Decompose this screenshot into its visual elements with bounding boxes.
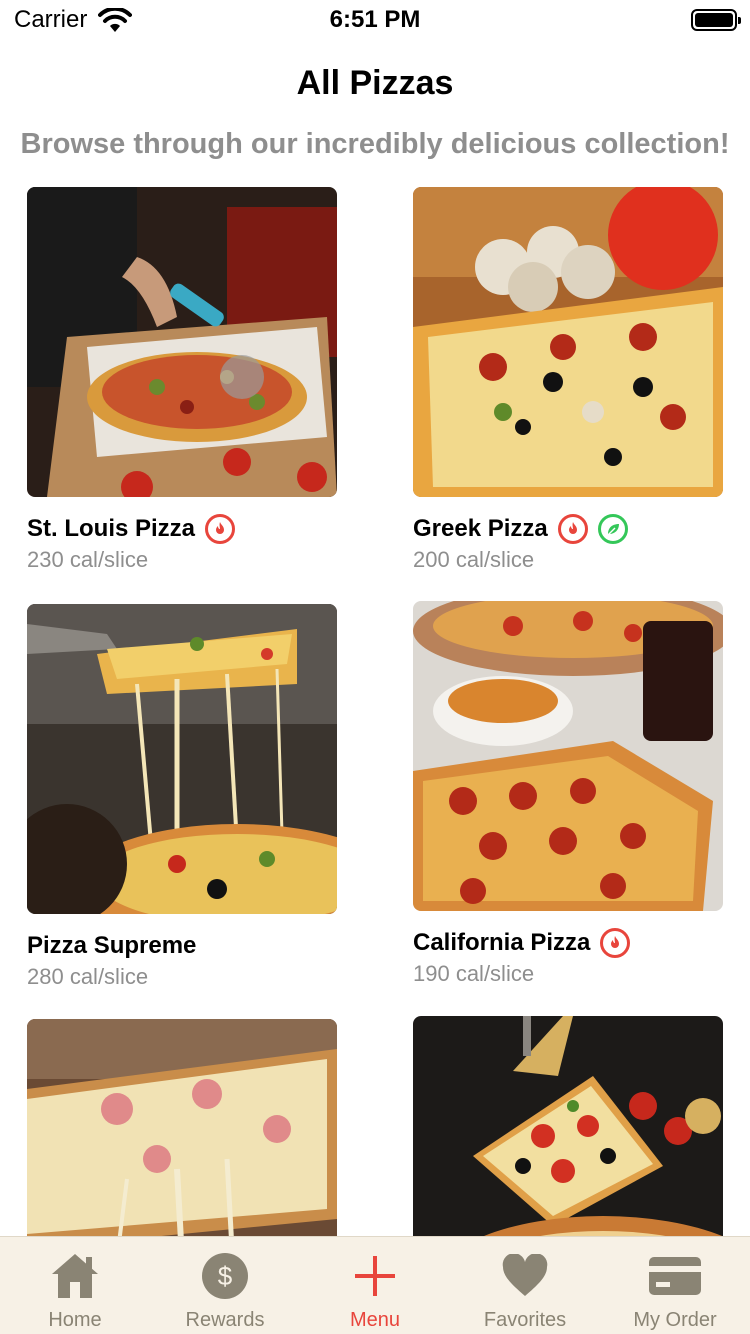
credit-card-icon — [648, 1251, 702, 1301]
pizza-name: St. Louis Pizza — [27, 515, 196, 542]
svg-text:$: $ — [218, 1261, 233, 1291]
tab-bar: Home $ Rewards Menu Favorites My Order — [0, 1236, 750, 1334]
pizza-card[interactable]: St. Louis Pizza 230 cal/slice — [27, 187, 337, 573]
pizza-calories: 280 cal/slice — [27, 964, 149, 989]
plus-icon — [348, 1251, 402, 1301]
pizza-photo — [413, 601, 723, 911]
tab-label: My Order — [633, 1309, 717, 1331]
pizza-name: Pizza Supreme — [27, 932, 197, 959]
clock: 6:51 PM — [329, 6, 421, 33]
heart-icon — [498, 1251, 552, 1301]
tab-label: Favorites — [483, 1309, 567, 1331]
pizza-calories: 190 cal/slice — [413, 961, 535, 986]
tab-menu[interactable]: Menu — [300, 1237, 450, 1334]
page-title: All Pizzas — [296, 64, 454, 102]
flame-icon — [557, 514, 588, 544]
battery-icon — [691, 9, 741, 31]
tab-rewards[interactable]: $ Rewards — [150, 1237, 300, 1334]
tab-label: Rewards — [185, 1309, 265, 1331]
pizza-calories: 200 cal/slice — [413, 547, 535, 572]
leaf-icon — [597, 514, 628, 544]
page-subtitle: Browse through our incredibly delicious … — [20, 128, 730, 160]
house-icon — [48, 1251, 102, 1301]
pizza-card[interactable]: Pizza Supreme 280 cal/slice — [27, 604, 337, 990]
pizza-calories: 230 cal/slice — [27, 547, 149, 572]
pizza-card[interactable]: Greek Pizza 200 cal/slice — [413, 187, 723, 573]
dollar-icon: $ — [198, 1251, 252, 1301]
pizza-photo — [27, 604, 337, 914]
tab-my-order[interactable]: My Order — [600, 1237, 750, 1334]
tab-label: Home — [48, 1309, 102, 1331]
pizza-card[interactable]: California Pizza 190 cal/slice — [413, 601, 723, 987]
flame-icon — [205, 514, 236, 544]
tab-label: Menu — [349, 1309, 401, 1331]
tab-home[interactable]: Home — [0, 1237, 150, 1334]
pizza-photo — [413, 187, 723, 497]
flame-icon — [600, 928, 631, 958]
status-bar: Carrier 6:51 PM — [0, 0, 750, 40]
pizza-name: California Pizza — [413, 929, 591, 956]
tab-favorites[interactable]: Favorites — [450, 1237, 600, 1334]
pizza-name: Greek Pizza — [413, 515, 548, 542]
pizza-photo — [27, 187, 337, 497]
